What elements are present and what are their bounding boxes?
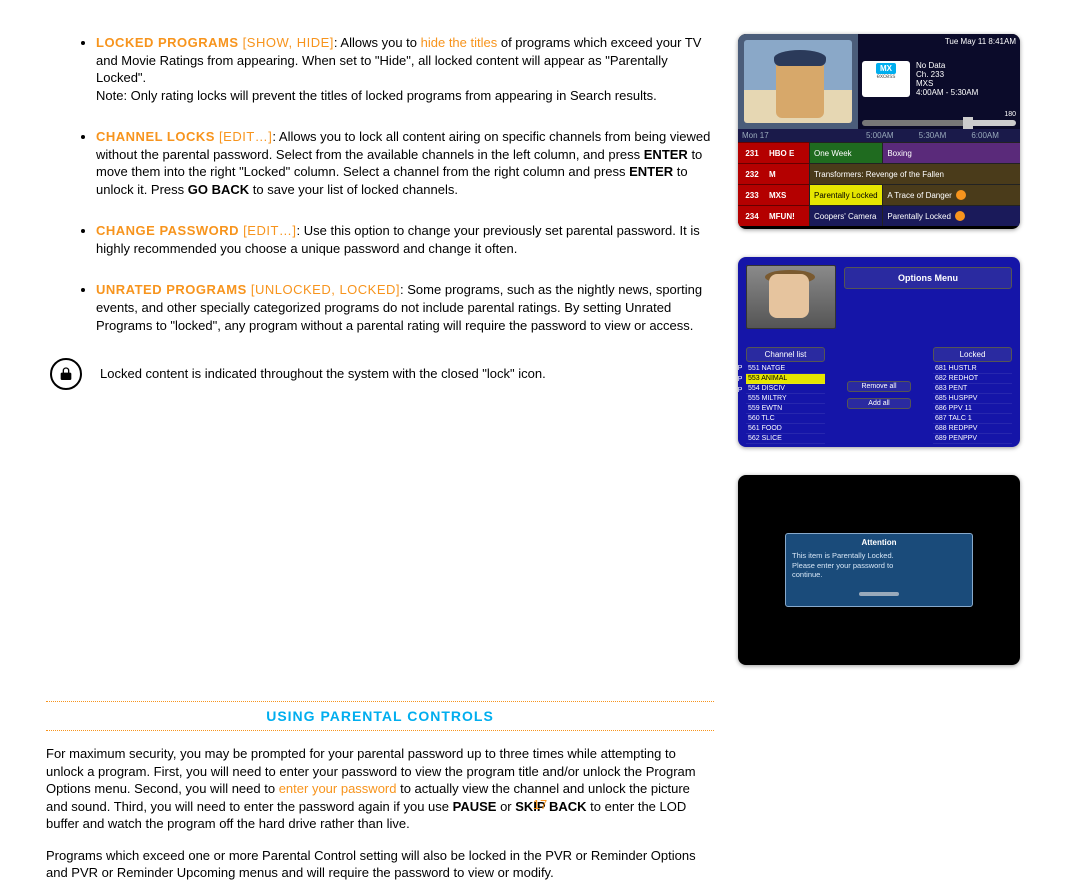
lock-note: Locked content is indicated throughout t… — [100, 365, 546, 383]
opt: [SHOW, HIDE] — [239, 35, 334, 50]
channel-name: HBO E — [766, 142, 809, 163]
divider — [46, 701, 714, 702]
channel-number: 232 — [738, 163, 766, 184]
channel-number: 231 — [738, 142, 766, 163]
guide-cell[interactable]: One Week — [809, 142, 882, 163]
guide-date: Mon 17 — [738, 129, 862, 142]
mx-badge: MX — [864, 63, 908, 74]
bullet-channel-locks: CHANNEL LOCKS [EDIT…]: Allows you to loc… — [96, 128, 714, 198]
col-head-right: Locked — [933, 347, 1012, 362]
channel-list-item[interactable]: 560 TLC — [746, 414, 825, 424]
guide-cell[interactable]: Boxing — [882, 142, 1020, 163]
guide-cell[interactable]: Parentally Locked — [809, 184, 882, 205]
row-prefix: 2. P — [738, 376, 742, 387]
options-preview — [746, 265, 836, 329]
channel-name: MFUN! — [766, 205, 809, 226]
page-number: 17 — [0, 797, 1080, 812]
term: UNRATED PROGRAMS — [96, 282, 247, 297]
term: CHANNEL LOCKS — [96, 129, 215, 144]
dialog-title: Attention — [792, 538, 966, 547]
guide-preview — [738, 34, 858, 129]
channel-list-item[interactable]: 561 FOOD — [746, 424, 825, 434]
channel-name: MXS — [766, 184, 809, 205]
text: Allows you to — [340, 35, 420, 50]
lock-icon — [955, 211, 965, 221]
guide-row: 232MTransformers: Revenge of the Fallen — [738, 163, 1020, 184]
guide-cell[interactable]: Transformers: Revenge of the Fallen — [809, 163, 1020, 184]
channel-list-item[interactable]: 553 ANIMAL — [746, 374, 825, 384]
locked-list-item[interactable]: 683 PENT — [933, 384, 1012, 394]
col-head-left: Channel list — [746, 347, 825, 362]
time-bar — [862, 120, 1016, 126]
time-line: 4:00AM - 5:30AM — [916, 88, 1016, 97]
guide-time-col: 6:00AM — [967, 129, 1020, 142]
section-title: USING PARENTAL CONTROLS — [46, 708, 714, 724]
guide-cell[interactable]: Coopers' Camera — [809, 205, 882, 226]
colon: : — [297, 223, 304, 238]
locked-list-item[interactable]: 685 HUSPPV — [933, 394, 1012, 404]
channel-list-item[interactable]: 554 DISCIV — [746, 384, 825, 394]
guide-cell[interactable]: A Trace of Danger — [882, 184, 1020, 205]
locked-list-item[interactable]: 686 PPV 11 — [933, 404, 1012, 414]
term: CHANGE PASSWORD — [96, 223, 239, 238]
row-prefix: 1. P — [738, 365, 742, 376]
guide-cell[interactable]: Parentally Locked — [882, 205, 1020, 226]
opt: [UNLOCKED, LOCKED] — [247, 282, 400, 297]
remove-all-button[interactable]: Remove all — [847, 381, 911, 392]
opt: [EDIT…] — [239, 223, 296, 238]
kbd: GO BACK — [188, 182, 249, 197]
guide-time-col: 5:00AM — [862, 129, 915, 142]
guide-row: 231HBO EOne WeekBoxing — [738, 142, 1020, 163]
lock-icon — [50, 358, 82, 390]
channel-list-item[interactable]: 551 NATGE — [746, 364, 825, 374]
channel-list-item[interactable]: 562 SLICE — [746, 434, 825, 444]
bullet-change-password: CHANGE PASSWORD [EDIT…]: Use this option… — [96, 222, 714, 257]
kbd: ENTER — [644, 147, 688, 162]
ch-line: Ch. 233 — [916, 70, 1016, 79]
dialog-line: continue. — [792, 570, 966, 579]
channel-list-item[interactable]: 555 MILTRY — [746, 394, 825, 404]
locked-list-item[interactable]: 682 REDHOT — [933, 374, 1012, 384]
figure-attention-dialog: Attention This item is Parentally Locked… — [738, 475, 1020, 665]
nodata: No Data — [916, 61, 1016, 70]
lock-icon — [956, 190, 966, 200]
attention-dialog: Attention This item is Parentally Locked… — [785, 533, 973, 606]
row-prefix: 3. P — [738, 387, 742, 398]
note: Note: Only rating locks will prevent the… — [96, 88, 657, 103]
link: enter your password — [279, 781, 397, 796]
link: hide the titles — [421, 35, 498, 50]
locked-list-item[interactable]: 687 TALC 1 — [933, 414, 1012, 424]
lower-p1: For maximum security, you may be prompte… — [46, 745, 714, 833]
figure-options-menu: Options Menu Channel list 551 NATGE553 A… — [738, 257, 1020, 447]
dialog-line: Please enter your password to — [792, 561, 966, 570]
bullet-unrated: UNRATED PROGRAMS [UNLOCKED, LOCKED]: Som… — [96, 281, 714, 334]
password-input[interactable] — [859, 592, 899, 596]
text: to save your list of locked channels. — [249, 182, 458, 197]
guide-row: 233MXSParentally LockedA Trace of Danger — [738, 184, 1020, 205]
guide-row: 234MFUN!Coopers' CameraParentally Locked — [738, 205, 1020, 226]
guide-clock: Tue May 11 8:41AM — [945, 37, 1016, 46]
mx-sub: excess — [864, 74, 908, 80]
dialog-line: This item is Parentally Locked. — [792, 551, 966, 560]
options-title: Options Menu — [844, 267, 1012, 289]
add-all-button[interactable]: Add all — [847, 398, 911, 409]
channel-list-item[interactable]: 559 EWTN — [746, 404, 825, 414]
lower-p2: Programs which exceed one or more Parent… — [46, 847, 714, 882]
locked-list-item[interactable]: 681 HUSTLR — [933, 364, 1012, 374]
kbd: ENTER — [629, 164, 673, 179]
opt: [EDIT…] — [215, 129, 272, 144]
channel-name: M — [766, 163, 809, 184]
locked-list-item[interactable]: 689 PENPPV — [933, 434, 1012, 444]
locked-list-item[interactable]: 688 REDPPV — [933, 424, 1012, 434]
channel-number: 234 — [738, 205, 766, 226]
term: LOCKED PROGRAMS — [96, 35, 239, 50]
figure-program-guide: Tue May 11 8:41AM MX excess No Data Ch. … — [738, 34, 1020, 229]
guide-time-col: 5:30AM — [915, 129, 968, 142]
svc-line: MXS — [916, 79, 1016, 88]
divider — [46, 730, 714, 731]
bar-pos: 180 — [862, 111, 1016, 118]
bullet-locked-programs: LOCKED PROGRAMS [SHOW, HIDE]: Allows you… — [96, 34, 714, 104]
channel-number: 233 — [738, 184, 766, 205]
